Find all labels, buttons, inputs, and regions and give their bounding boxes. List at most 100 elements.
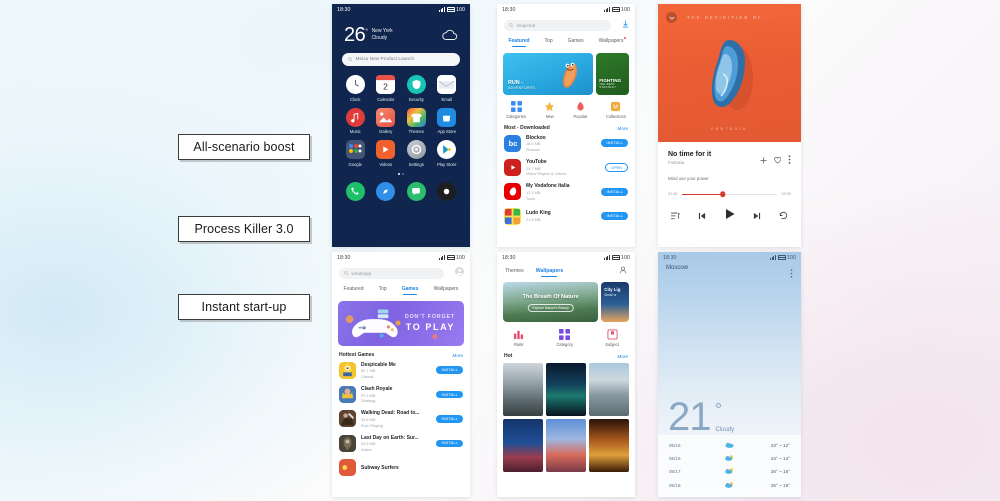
tab-games[interactable]: Games [568, 38, 584, 47]
banner-carousel: RUN - ADVENTURES FIGHTING THE BEST STRAT… [497, 53, 635, 95]
banner-run-adventures[interactable]: RUN - ADVENTURES [503, 53, 594, 95]
forecast-row[interactable]: 05/18 25° ~ 19° [658, 479, 801, 492]
dock [332, 175, 470, 201]
game-list-item[interactable]: Walking Dead: Road to... 33.8 MB Role Pl… [332, 407, 470, 431]
game-list-item[interactable]: Despicable Me 82.7 MB Casual INSTALL [332, 358, 470, 382]
tab-games[interactable]: Games [402, 286, 419, 295]
install-button[interactable]: INSTALL [436, 439, 463, 448]
tab-themes[interactable]: Themes [505, 268, 524, 274]
install-button[interactable]: INSTALL [601, 188, 628, 196]
app-folder-google[interactable]: Google [340, 140, 371, 167]
banner-breath-of-nature[interactable]: The Breath Of Nature Explore Nature's Be… [503, 282, 599, 322]
more-vertical-icon[interactable] [790, 265, 793, 283]
app-icon-gallery[interactable]: Gallery [371, 107, 402, 134]
forecast-row[interactable]: 05/16 24° ~ 14° [658, 452, 801, 465]
install-button[interactable]: INSTALL [436, 390, 463, 399]
app-icon-themes[interactable]: Themes [401, 107, 432, 134]
search-input[interactable]: Meizu New Product Launch [342, 53, 460, 66]
wallpaper-thumb-sunset-clouds[interactable] [545, 418, 587, 472]
wallpaper-thumb-city-skyline[interactable] [588, 363, 629, 416]
browser-icon[interactable] [376, 181, 396, 201]
partly-cloudy-icon [709, 468, 749, 475]
banner-title: The Breath Of Nature [522, 294, 579, 300]
wallpaper-thumb-saint-basil[interactable] [503, 418, 544, 472]
install-button[interactable]: INSTALL [436, 366, 463, 374]
app-list-item[interactable]: bc Blockoo 18.5 MB Finance INSTALL [497, 131, 635, 155]
battery-icon [777, 255, 786, 260]
user-account-icon[interactable] [619, 266, 627, 276]
section-more-link[interactable]: More [453, 353, 463, 358]
app-icon-clock[interactable]: Clock [340, 75, 371, 102]
app-icon-security[interactable]: Security [401, 75, 432, 102]
wallpaper-thumb-aurora[interactable] [545, 363, 587, 416]
progress-handle[interactable] [720, 191, 726, 197]
status-bar: 18:30 100 [332, 252, 470, 263]
quick-links: Categories New Popular M Collections [497, 101, 635, 119]
app-icon-email[interactable]: Email [432, 75, 463, 102]
quick-link-new[interactable]: New [544, 101, 555, 119]
quick-link-popular[interactable]: Popular [573, 101, 588, 119]
app-list-item[interactable]: Ludo King 21.6 MB INSTALL [497, 204, 635, 228]
banner-city-lights[interactable]: City Lig Small w [601, 282, 629, 322]
camera-icon[interactable] [437, 181, 457, 201]
tab-featured[interactable]: Featured [508, 38, 529, 47]
more-vertical-icon[interactable] [788, 151, 791, 169]
user-avatar-icon[interactable] [455, 263, 464, 281]
install-button[interactable]: INSTALL [601, 212, 628, 220]
install-button[interactable]: INSTALL [601, 139, 628, 147]
tab-wallpapers[interactable]: Wallpapers [434, 286, 459, 295]
repeat-icon[interactable] [779, 207, 788, 225]
tab-featured[interactable]: Featured [344, 286, 364, 295]
tab-top[interactable]: Top [545, 38, 553, 47]
last-day-on-earth-icon [339, 434, 356, 452]
tab-top[interactable]: Top [379, 286, 387, 295]
play-icon[interactable] [724, 207, 736, 225]
app-icon-music[interactable]: Music [340, 107, 371, 134]
heart-icon[interactable] [773, 151, 782, 169]
wallpaper-thumb-forest-snow[interactable] [503, 363, 544, 416]
install-button[interactable]: INSTALL [436, 415, 463, 423]
app-icon-calendar[interactable]: 2 Calendar [371, 75, 402, 102]
search-input[interactable]: whatsapp [339, 267, 444, 279]
forecast-row[interactable]: 05/15 23° ~ 12° [658, 439, 801, 452]
playlist-icon[interactable] [671, 207, 680, 225]
previous-icon[interactable] [698, 207, 706, 225]
banner-fighting[interactable]: FIGHTING THE BEST STRATEGY [596, 53, 629, 95]
app-icon-app-store[interactable]: App Store [432, 107, 463, 134]
game-list-item[interactable]: Clash Royale 97.6 MB Strategy INSTALL [332, 382, 470, 406]
weather-widget[interactable]: 26° New York Cloudy [332, 15, 470, 46]
seek-bar[interactable]: 01:30 03:30 [668, 191, 791, 197]
battery-icon [446, 7, 455, 12]
progress-track[interactable] [681, 191, 778, 197]
game-list-item[interactable]: Subway Surfers [332, 456, 470, 476]
status-time: 18:30 [502, 6, 516, 13]
tab-wallpapers[interactable]: Wallpapers [599, 37, 627, 47]
app-icon-settings[interactable]: Settings [401, 140, 432, 167]
quick-link-categories[interactable]: Categories [506, 101, 526, 119]
app-icon-play-store[interactable]: Play Store [432, 140, 463, 167]
quick-link-subject[interactable]: Subject [605, 329, 619, 347]
app-list-item[interactable]: YouTube 24.7 MB Video Players & Others O… [497, 155, 635, 179]
next-icon[interactable] [753, 207, 761, 225]
quick-link-rank[interactable]: Rank [513, 329, 524, 347]
game-list-item[interactable]: Last Day on Earth: Sur... 93.6 MB Action… [332, 431, 470, 455]
subway-surfers-icon [339, 459, 356, 476]
messages-icon[interactable] [406, 181, 426, 201]
app-list-item[interactable]: My Vodafone Italia 13.3 MB Tools INSTALL [497, 180, 635, 204]
quick-link-collections[interactable]: M Collections [606, 101, 626, 119]
banner-dont-forget-to-play[interactable]: DON'T FORGET TO PLAY [338, 301, 464, 346]
wallpaper-thumb-fireworks[interactable] [588, 418, 629, 472]
game-size: 97.6 MB [361, 392, 376, 398]
tab-wallpapers[interactable]: Wallpapers [536, 268, 563, 274]
section-more-link[interactable]: More [618, 126, 628, 131]
open-button[interactable]: OPEN [605, 163, 628, 172]
phone-icon[interactable] [345, 181, 365, 201]
plus-icon[interactable] [760, 151, 767, 169]
section-more-link[interactable]: More [618, 354, 628, 359]
search-input[interactable]: snapchat [504, 19, 611, 31]
quick-link-category[interactable]: Category [556, 329, 573, 347]
app-icon-videos[interactable]: Videos [371, 140, 402, 167]
forecast-row[interactable]: 05/17 26° ~ 16° [658, 465, 801, 478]
download-icon[interactable] [622, 15, 629, 33]
fire-icon [577, 101, 584, 111]
